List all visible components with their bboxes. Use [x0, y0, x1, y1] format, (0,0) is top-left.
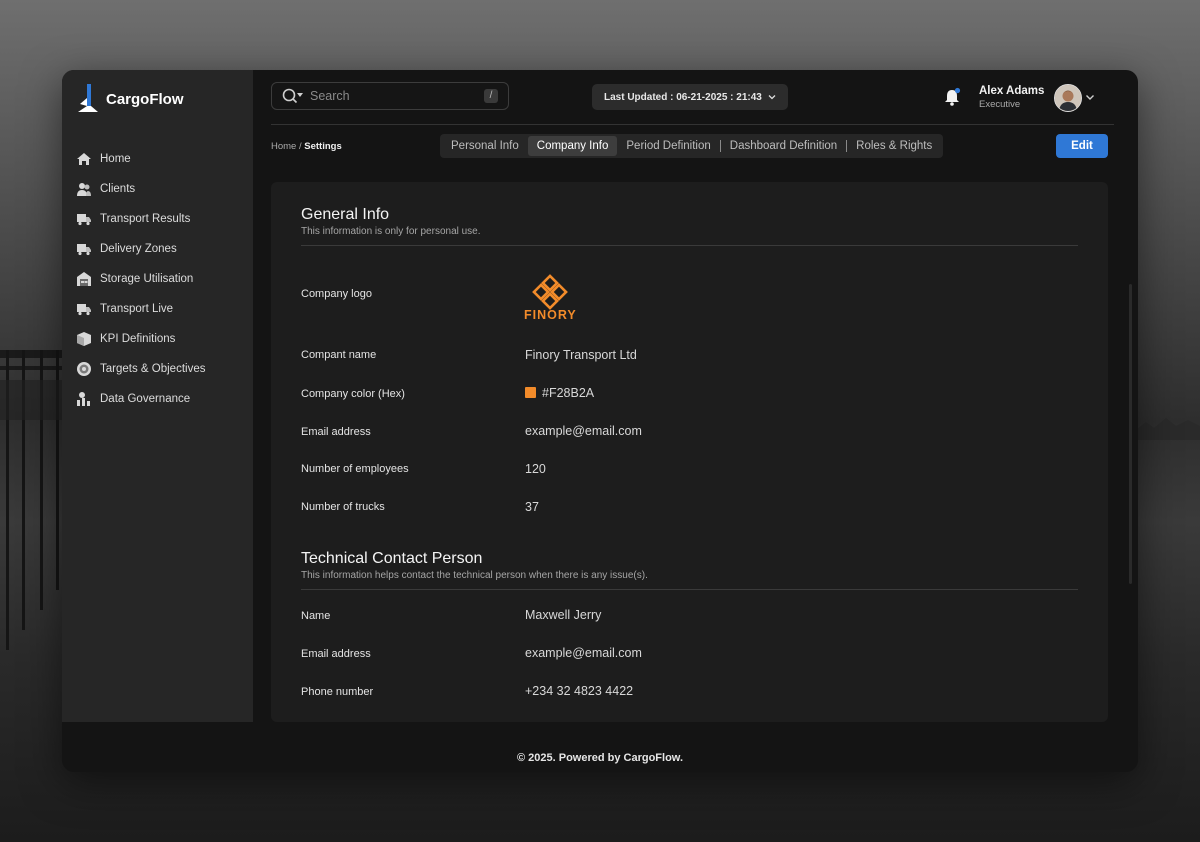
company-info-card: General Info This information is only fo… — [271, 182, 1108, 722]
search-shortcut-key: / — [484, 89, 498, 103]
edit-button[interactable]: Edit — [1056, 134, 1108, 158]
users-icon — [77, 183, 91, 196]
contact-name-value: Maxwell Jerry — [525, 608, 602, 622]
company-name-label: Compant name — [301, 349, 377, 361]
company-logo-label: Company logo — [301, 288, 372, 300]
app-name: CargoFlow — [106, 90, 184, 108]
target-icon — [77, 362, 91, 376]
warehouse-icon — [77, 272, 91, 286]
breadcrumb-home[interactable]: Home — [271, 141, 296, 152]
user-avatar-image — [1055, 85, 1081, 111]
truck-icon — [77, 244, 91, 256]
general-info-subtitle: This information is only for personal us… — [301, 226, 481, 237]
contact-email-value: example@email.com — [525, 646, 642, 660]
sidebar-item-storage-utilisation[interactable]: Storage Utilisation — [76, 264, 246, 294]
app-window: CargoFlow Home Clients Transport Results… — [62, 70, 1138, 772]
contact-phone-label: Phone number — [301, 686, 374, 698]
settings-tabs: Personal Info Company Info Period Defini… — [440, 134, 944, 158]
sidebar-item-label: Transport Results — [100, 213, 191, 225]
chevron-down-icon — [768, 95, 776, 100]
sidebar-nav: Home Clients Transport Results Delivery … — [76, 144, 246, 414]
sidebar-item-data-governance[interactable]: Data Governance — [76, 384, 246, 414]
technical-contact-title: Technical Contact Person — [301, 550, 483, 567]
tab-personal-info[interactable]: Personal Info — [442, 136, 528, 156]
breadcrumb-separator: / — [298, 141, 302, 152]
tab-dashboard-definition[interactable]: Dashboard Definition — [721, 136, 846, 156]
app-logo[interactable]: CargoFlow — [78, 84, 184, 114]
contact-email-label: Email address — [301, 648, 371, 660]
contact-phone-value: +234 32 4823 4422 — [525, 684, 634, 698]
breadcrumb: Home / Settings — [271, 141, 342, 152]
employees-label: Number of employees — [301, 463, 409, 475]
sidebar-item-kpi-definitions[interactable]: KPI Definitions — [76, 324, 246, 354]
sidebar-item-clients[interactable]: Clients — [76, 174, 246, 204]
sidebar-item-label: Delivery Zones — [100, 243, 177, 255]
chevron-down-icon[interactable] — [1085, 92, 1095, 102]
section-divider — [301, 589, 1078, 590]
sidebar-item-label: Home — [100, 153, 131, 165]
sidebar-item-delivery-zones[interactable]: Delivery Zones — [76, 234, 246, 264]
header-divider — [271, 124, 1114, 125]
home-icon — [77, 153, 91, 165]
scrollbar[interactable] — [1129, 284, 1132, 584]
search-icon — [282, 88, 303, 104]
box-icon — [77, 332, 91, 346]
truck-icon — [77, 304, 91, 316]
search-input[interactable]: Search / — [271, 82, 509, 110]
footer-copyright: © 2025. Powered by CargoFlow. — [516, 752, 684, 764]
last-updated-dropdown[interactable]: Last Updated : 06-21-2025 : 21:43 — [592, 84, 788, 110]
company-logo-wordmark: FINORY — [524, 308, 577, 322]
breadcrumb-current: Settings — [304, 141, 342, 152]
section-divider — [301, 245, 1078, 246]
sidebar-item-transport-live[interactable]: Transport Live — [76, 294, 246, 324]
background-horizon — [1136, 418, 1200, 440]
tab-roles-rights[interactable]: Roles & Rights — [847, 136, 941, 156]
contact-name-label: Name — [301, 610, 331, 622]
sidebar-item-label: Transport Live — [100, 303, 174, 315]
email-value: example@email.com — [525, 424, 642, 438]
notification-bell-icon[interactable] — [942, 87, 962, 107]
sidebar-item-label: KPI Definitions — [100, 333, 176, 345]
tab-period-definition[interactable]: Period Definition — [617, 136, 719, 156]
sidebar-item-label: Targets & Objectives — [100, 363, 206, 375]
chart-user-icon — [77, 392, 90, 406]
background-pier — [0, 350, 64, 650]
tab-company-info[interactable]: Company Info — [527, 136, 618, 156]
truck-icon — [77, 214, 91, 226]
cargoflow-logo-icon — [78, 84, 98, 112]
sidebar-item-label: Data Governance — [100, 393, 191, 405]
color-swatch — [525, 387, 536, 398]
sidebar-item-label: Storage Utilisation — [100, 273, 194, 285]
company-color-hex: #F28B2A — [542, 386, 595, 400]
trucks-value: 37 — [525, 500, 539, 514]
employees-value: 120 — [525, 462, 546, 476]
avatar[interactable] — [1054, 84, 1082, 112]
sidebar-item-targets-objectives[interactable]: Targets & Objectives — [76, 354, 246, 384]
company-color-label: Company color (Hex) — [301, 388, 405, 400]
trucks-label: Number of trucks — [301, 501, 385, 513]
user-role: Executive — [979, 99, 1021, 110]
sidebar-item-label: Clients — [100, 183, 136, 195]
user-name: Alex Adams — [979, 85, 1045, 97]
general-info-title: General Info — [301, 206, 390, 223]
company-color-value: #F28B2A — [525, 386, 594, 400]
technical-contact-subtitle: This information helps contact the techn… — [301, 570, 648, 581]
search-placeholder: Search — [310, 89, 350, 103]
sidebar: CargoFlow Home Clients Transport Results… — [62, 70, 253, 722]
sidebar-item-transport-results[interactable]: Transport Results — [76, 204, 246, 234]
company-name-value: Finory Transport Ltd — [525, 348, 637, 362]
main-content: Search / Last Updated : 06-21-2025 : 21:… — [253, 70, 1138, 772]
sidebar-item-home[interactable]: Home — [76, 144, 246, 174]
last-updated-text: Last Updated : 06-21-2025 : 21:43 — [604, 91, 762, 103]
email-label: Email address — [301, 426, 371, 438]
